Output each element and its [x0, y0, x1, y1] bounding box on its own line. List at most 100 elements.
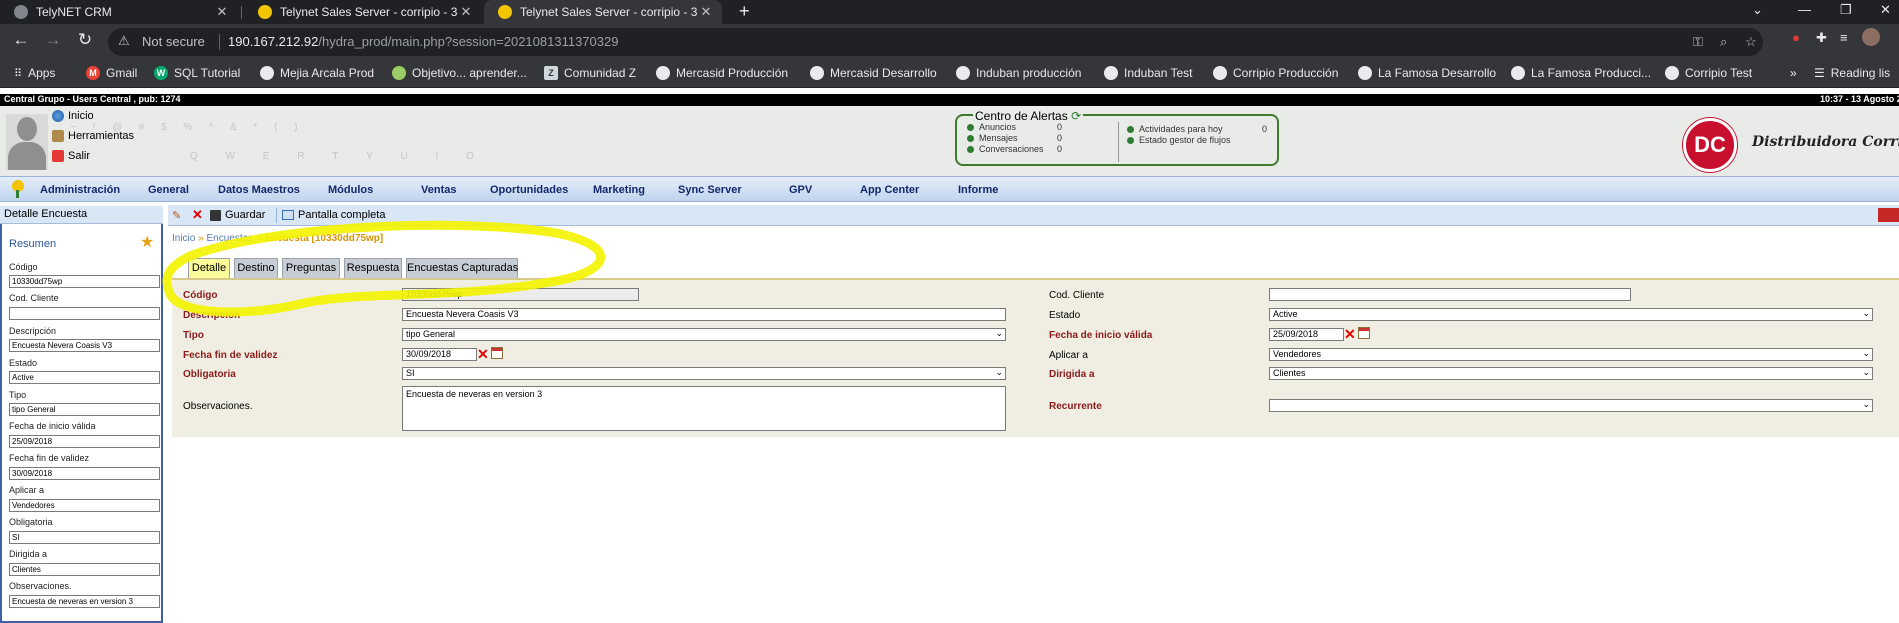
alert-actividades[interactable]: Actividades para hoy [1127, 124, 1223, 134]
restore-icon[interactable]: ❐ [1840, 2, 1852, 18]
close-tab-icon[interactable]: ✕ [698, 4, 714, 20]
delete-icon[interactable]: ✕ [192, 207, 203, 223]
bookmark-corripio-prod[interactable]: Corripio Producción [1213, 66, 1338, 80]
address-bar[interactable]: ⚠ Not secure 190.167.212.92/hydra_prod/m… [108, 28, 1763, 56]
bookmark-label: Apps [28, 66, 56, 80]
tab-encuestas-capturadas[interactable]: Encuestas Capturadas [406, 258, 518, 278]
calendar-icon[interactable] [491, 347, 503, 359]
menu-modulos[interactable]: Módulos [328, 184, 373, 196]
alert-anuncios[interactable]: Anuncios [967, 122, 1016, 132]
summary-section-title[interactable]: Resumen [9, 238, 56, 250]
header-link-label: Inicio [68, 110, 94, 122]
status-right: 10:37 - 13 Agosto 20 [1820, 94, 1899, 104]
clear-date-icon[interactable]: ✕ [477, 347, 489, 361]
close-panel-icon[interactable] [1878, 208, 1899, 222]
bookmark-la-famosa-dev[interactable]: La Famosa Desarrollo [1358, 66, 1496, 80]
url-text[interactable]: 190.167.212.92/hydra_prod/main.php?sessi… [228, 34, 618, 49]
browser-tab-telynet-crm[interactable]: TelyNET CRM ✕ [0, 0, 238, 24]
tab-preguntas[interactable]: Preguntas [282, 258, 340, 278]
alerts-center[interactable]: Centro de Alertas ⟳ Anuncios 0 Mensajes … [955, 109, 1279, 166]
alert-label: Actividades para hoy [1139, 124, 1223, 134]
refresh-icon[interactable]: ⟳ [1071, 109, 1081, 123]
puzzle-icon[interactable]: ✚ [1816, 30, 1827, 46]
menu-administracion[interactable]: Administración [40, 184, 120, 196]
save-button[interactable]: Guardar [210, 209, 265, 221]
calendar-icon[interactable] [1358, 327, 1370, 339]
profile-avatar[interactable] [1862, 28, 1880, 46]
edit-icon[interactable]: ✎ [172, 209, 181, 222]
header-link-salir[interactable]: Salir [52, 150, 90, 162]
bookmark-mercasid-prod[interactable]: Mercasid Producción [656, 66, 788, 80]
bookmark-induban-prod[interactable]: Induban producción [956, 66, 1081, 80]
tab-destino[interactable]: Destino [234, 258, 278, 278]
textarea-observaciones[interactable]: Encuesta de neveras en version 3 [402, 386, 1006, 431]
tab-respuesta[interactable]: Respuesta [344, 258, 402, 278]
browser-tab-sales-server[interactable]: Telynet Sales Server - corripio - 3 ✕ [244, 0, 482, 24]
alert-mensajes[interactable]: Mensajes [967, 133, 1018, 143]
select-aplicar[interactable]: Vendedores ⌄ [1269, 348, 1873, 361]
bookmark-comunidad-z[interactable]: Z Comunidad Z [544, 66, 636, 80]
bookmark-mejia-arcala[interactable]: Mejia Arcala Prod [260, 66, 374, 80]
media-icon[interactable]: ≡ [1840, 30, 1848, 45]
input-descripcion[interactable]: Encuesta Nevera Coasis V3 [402, 308, 1006, 321]
breadcrumb-list[interactable]: Encuestas [206, 233, 253, 244]
input-fecha-inicio[interactable]: 25/09/2018 [1269, 328, 1344, 341]
menu-datos-maestros[interactable]: Datos Maestros [218, 184, 300, 196]
menu-gpv[interactable]: GPV [789, 184, 812, 196]
close-window-icon[interactable]: ✕ [1880, 2, 1891, 18]
menu-informe[interactable]: Informe [958, 184, 998, 196]
menu-app-center[interactable]: App Center [860, 184, 919, 196]
menu-marketing[interactable]: Marketing [593, 184, 645, 196]
bookmark-gmail[interactable]: M Gmail [86, 66, 137, 80]
menu-oportunidades[interactable]: Oportunidades [490, 184, 568, 196]
tab-search-icon[interactable]: ⌄ [1752, 2, 1763, 18]
select-recurrente[interactable]: ⌄ [1269, 399, 1873, 412]
bookmark-objetivo[interactable]: Objetivo... aprender... [392, 66, 527, 80]
bookmark-sql-tutorial[interactable]: W SQL Tutorial [154, 66, 240, 80]
alert-gestor-flujos[interactable]: Estado gestor de flujos [1127, 135, 1231, 145]
star-icon[interactable]: ★ [140, 232, 154, 252]
menu-sync-server[interactable]: Sync Server [678, 184, 742, 196]
header-link-herramientas[interactable]: Herramientas [52, 130, 134, 142]
select-estado[interactable]: Active ⌄ [1269, 308, 1873, 321]
input-fecha-fin[interactable]: 30/09/2018 [402, 348, 477, 361]
select-dirigida[interactable]: Clientes ⌄ [1269, 367, 1873, 380]
bookmark-mercasid-dev[interactable]: Mercasid Desarrollo [810, 66, 937, 80]
bookmark-induban-test[interactable]: Induban Test [1104, 66, 1193, 80]
browser-tab-sales-server-active[interactable]: Telynet Sales Server - corripio - 3 ✕ [484, 0, 722, 24]
bookmark-corripio-test[interactable]: Corripio Test [1665, 66, 1752, 80]
summary-value-fecha-inicio: 25/09/2018 [9, 435, 160, 448]
close-tab-icon[interactable]: ✕ [458, 4, 474, 20]
alert-label: Conversaciones [979, 144, 1044, 154]
bookmark-label: Corripio Producción [1233, 66, 1339, 80]
menu-general[interactable]: General [148, 184, 189, 196]
header-link-inicio[interactable]: Inicio [52, 110, 94, 122]
back-icon[interactable]: ← [10, 30, 32, 50]
key-icon[interactable]: ⚿ [1693, 34, 1703, 50]
menu-ventas[interactable]: Ventas [421, 184, 456, 196]
globe-icon [656, 66, 670, 80]
more-bookmarks-icon[interactable]: » [1790, 66, 1797, 80]
clear-date-icon[interactable]: ✕ [1344, 327, 1356, 341]
input-cod-cliente[interactable] [1269, 288, 1631, 301]
select-obligatoria[interactable]: SI ⌄ [402, 367, 1006, 380]
alert-conversaciones[interactable]: Conversaciones [967, 144, 1044, 154]
close-tab-icon[interactable]: ✕ [214, 4, 230, 20]
bookmark-apps[interactable]: ⠿ Apps [14, 66, 55, 80]
extension-icon[interactable]: ● [1792, 30, 1800, 45]
reading-list[interactable]: ☰ Reading lis [1814, 66, 1890, 80]
minimize-icon[interactable]: — [1798, 2, 1811, 17]
chevron-down-icon: ⌄ [1862, 348, 1870, 358]
tab-detalle[interactable]: Detalle [188, 258, 230, 278]
bookmark-la-famosa-prod[interactable]: La Famosa Producci... [1511, 66, 1651, 80]
zoom-icon[interactable]: ⌕ [1720, 34, 1727, 50]
select-tipo[interactable]: tipo General ⌄ [402, 328, 1006, 341]
reload-icon[interactable]: ↻ [74, 30, 96, 50]
input-codigo[interactable]: 10330dd75wp [402, 288, 639, 301]
new-tab-icon[interactable]: + [739, 1, 750, 22]
bookmark-star-icon[interactable]: ☆ [1745, 34, 1757, 50]
forward-icon[interactable]: → [42, 30, 64, 50]
fullscreen-button[interactable]: Pantalla completa [282, 209, 385, 221]
breadcrumb-home[interactable]: Inicio [172, 233, 195, 244]
breadcrumb-sep: » [255, 233, 262, 244]
